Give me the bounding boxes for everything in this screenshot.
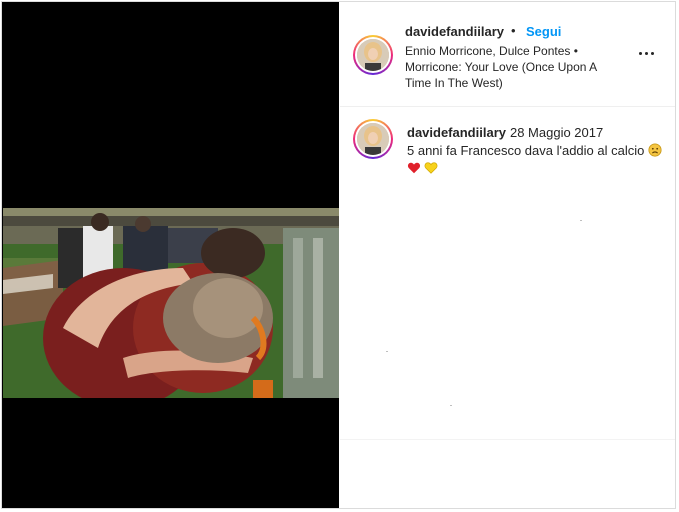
more-options-icon[interactable] bbox=[636, 46, 658, 62]
profile-photo bbox=[357, 39, 389, 71]
post-modal: davidefandiilary • Segui Ennio Morricone… bbox=[1, 1, 676, 509]
video-still-image bbox=[3, 208, 339, 398]
profile-photo bbox=[357, 123, 389, 155]
media-panel[interactable] bbox=[2, 2, 339, 508]
divider bbox=[340, 439, 675, 440]
follow-button[interactable]: Segui bbox=[526, 24, 561, 39]
post-caption: davidefandiilary 28 Maggio 2017 5 anni fa… bbox=[407, 124, 667, 178]
render-artifact bbox=[580, 220, 582, 221]
caption-username[interactable]: davidefandiilary bbox=[407, 125, 506, 140]
avatar[interactable] bbox=[353, 35, 393, 75]
video-frame[interactable] bbox=[3, 208, 339, 398]
post-header: davidefandiilary • Segui Ennio Morricone… bbox=[340, 2, 675, 107]
caption-date: 28 Maggio 2017 bbox=[509, 125, 604, 140]
render-artifact bbox=[386, 351, 388, 352]
audio-track-link[interactable]: Ennio Morricone, Dulce Pontes • Morricon… bbox=[405, 43, 610, 91]
post-username[interactable]: davidefandiilary bbox=[405, 24, 504, 39]
caption-text: 5 anni fa Francesco dava l'addio al calc… bbox=[407, 143, 645, 158]
yellow-heart-emoji bbox=[424, 161, 438, 175]
red-heart-emoji bbox=[407, 161, 421, 175]
sad-face-emoji bbox=[648, 143, 662, 157]
render-artifact bbox=[450, 405, 452, 406]
comment-avatar[interactable] bbox=[353, 119, 393, 159]
post-sidebar: davidefandiilary • Segui Ennio Morricone… bbox=[340, 2, 675, 508]
separator-dot: • bbox=[511, 23, 516, 38]
